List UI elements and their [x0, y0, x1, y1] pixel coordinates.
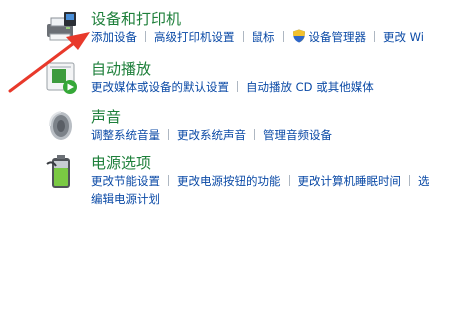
red-arrow-annotation: [8, 32, 90, 93]
control-panel-hardware-and-sound: 设备和打印机 添加设备 高级打印机设置 鼠标 设备管理器 更改 Wi 自动播放 更改媒体…: [0, 0, 456, 313]
